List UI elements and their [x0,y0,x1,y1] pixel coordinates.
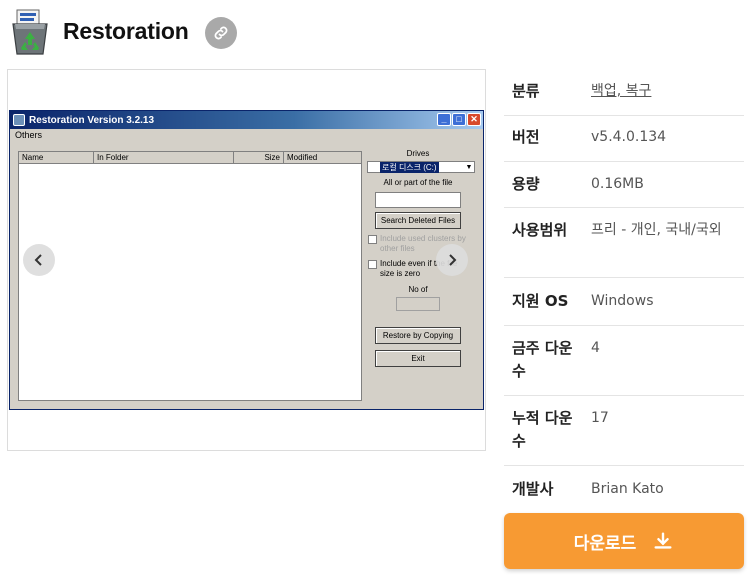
exit-button: Exit [375,350,461,367]
info-row-os: 지원 OS Windows [504,277,744,326]
chevron-left-icon[interactable] [23,244,55,276]
checkbox [368,235,377,244]
info-value: Brian Kato [591,481,664,497]
info-row-size: 용량 0.16MB [504,161,744,208]
recycle-bin-icon [8,8,52,56]
drive-select: 로컬 디스크 (C:) ▼ [367,161,475,173]
no-of-input [396,297,440,311]
chevron-right-icon[interactable] [436,244,468,276]
info-key: 누적 다운수 [512,409,573,450]
col-name: Name [19,152,94,163]
col-modified: Modified [287,153,318,162]
info-value: 백업, 복구 [591,80,741,103]
info-key: 버전 [512,128,540,146]
page-title: Restoration [63,18,189,44]
window-title: Restoration Version 3.2.13 [29,114,155,126]
restore-button: Restore by Copying [375,327,461,344]
file-list: Name In Folder Size Modified [18,151,362,401]
chevron-down-icon: ▼ [465,163,473,171]
screenshot-carousel: Restoration Version 3.2.13 _ □ ✕ Others … [7,69,486,451]
no-of-label: No of [408,285,428,294]
info-row-version: 버전 v5.4.0.134 [504,115,744,162]
info-value: Windows [591,293,654,309]
download-icon [654,532,672,549]
col-folder: In Folder [94,152,234,163]
info-value: 프리 - 개인, 국내/국외 [591,222,722,238]
info-value: 4 [591,340,600,356]
info-key: 용량 [512,175,540,193]
link-icon[interactable] [205,17,237,49]
info-value: 17 [591,410,609,426]
maximize-icon: □ [452,113,466,126]
info-key: 금주 다운수 [512,339,573,380]
category-link[interactable]: 백업, 복구 [591,83,651,99]
info-value: 0.16MB [591,176,644,192]
app-screenshot: Restoration Version 3.2.13 _ □ ✕ Others … [9,110,484,410]
info-key: 사용범위 [512,221,568,239]
info-row-license: 사용범위 프리 - 개인, 국내/국외 [504,207,744,278]
drive-selected: 로컬 디스크 (C:) [380,161,439,173]
info-key: 분류 [512,82,540,100]
info-key: 개발사 [512,480,554,498]
info-row-category: 분류 백업, 복구 [504,69,744,116]
info-row-total: 누적 다운수 17 [504,395,744,466]
filter-input [375,192,461,208]
info-value: v5.4.0.134 [591,129,667,145]
window-titlebar: Restoration Version 3.2.13 _ □ ✕ [10,111,483,129]
download-button[interactable]: 다운로드 [504,513,744,569]
col-size: Size [234,152,284,163]
menu-others: Others [15,130,43,140]
info-row-developer: 개발사 Brian Kato [504,465,744,509]
search-deleted-button: Search Deleted Files [375,212,461,229]
filter-label: All or part of the file [383,178,453,187]
app-small-icon [13,114,25,126]
download-label: 다운로드 [573,533,637,554]
checkbox [368,260,377,269]
drives-label: Drives [406,149,430,158]
file-list-header: Name In Folder Size Modified [19,152,361,164]
info-key: 지원 OS [512,292,569,310]
minimize-icon: _ [437,113,451,126]
close-icon: ✕ [467,113,481,126]
info-row-weekly: 금주 다운수 4 [504,325,744,396]
